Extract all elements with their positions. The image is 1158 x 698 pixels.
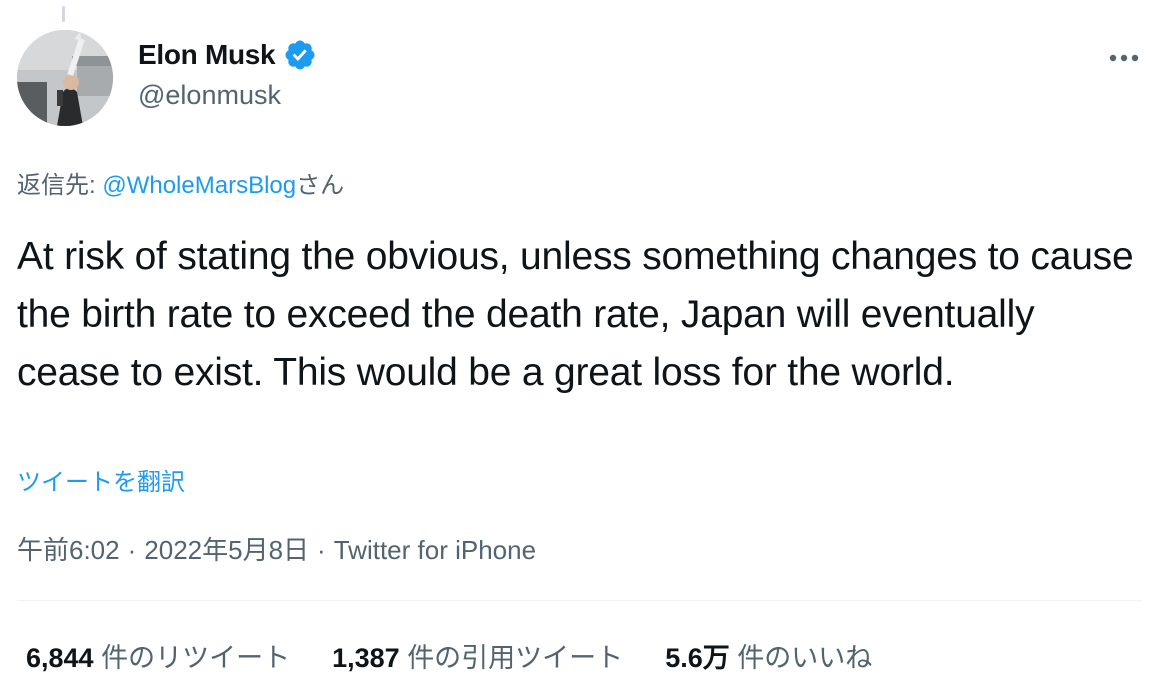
reply-suffix: さん xyxy=(296,172,345,199)
thread-connector-line xyxy=(62,6,65,22)
tweet-metadata: 午前6:02 · 2022年5月8日 · Twitter for iPhone xyxy=(17,530,536,567)
likes-label: 件のいいね xyxy=(737,643,873,673)
verified-badge-icon xyxy=(285,40,315,70)
author-handle[interactable]: @elonmusk xyxy=(138,80,281,111)
avatar[interactable] xyxy=(17,30,113,126)
meta-separator: · xyxy=(127,535,137,565)
meta-separator: · xyxy=(317,535,326,565)
divider xyxy=(17,600,1142,601)
translate-tweet-link[interactable]: ツイートを翻訳 xyxy=(17,462,185,497)
reply-prefix: 返信先: xyxy=(17,172,103,199)
author-name-row[interactable]: Elon Musk xyxy=(138,38,317,72)
retweets-count: 6,844 xyxy=(26,643,94,673)
tweet-source: Twitter for iPhone xyxy=(333,535,537,565)
replying-to: 返信先: @WholeMarsBlogさん xyxy=(17,165,344,200)
quote-tweets-stat[interactable]: 1,387 件の引用ツイート xyxy=(332,636,623,675)
tweet-text: At risk of stating the obvious, unless s… xyxy=(17,235,1134,394)
likes-stat[interactable]: 5.6万 件のいいね xyxy=(665,636,872,675)
retweets-label: 件のリツイート xyxy=(101,643,291,673)
retweets-stat[interactable]: 6,844 件のリツイート xyxy=(26,636,290,675)
quote-tweets-count: 1,387 xyxy=(332,643,400,673)
more-horizontal-icon xyxy=(1109,54,1139,62)
author-display-name[interactable]: Elon Musk xyxy=(138,39,276,71)
likes-count: 5.6万 xyxy=(665,643,730,673)
reply-mention-link[interactable]: @WholeMarsBlog xyxy=(102,172,296,199)
tweet-stats: 6,844 件のリツイート 1,387 件の引用ツイート 5.6万 件のいいね xyxy=(26,636,872,675)
profile-photo-icon xyxy=(17,30,113,126)
quote-tweets-label: 件の引用ツイート xyxy=(407,643,624,673)
tweet-date-link[interactable]: 2022年5月8日 xyxy=(144,535,309,565)
more-options-button[interactable] xyxy=(1104,38,1144,78)
tweet-time-link[interactable]: 午前6:02 xyxy=(17,535,120,565)
